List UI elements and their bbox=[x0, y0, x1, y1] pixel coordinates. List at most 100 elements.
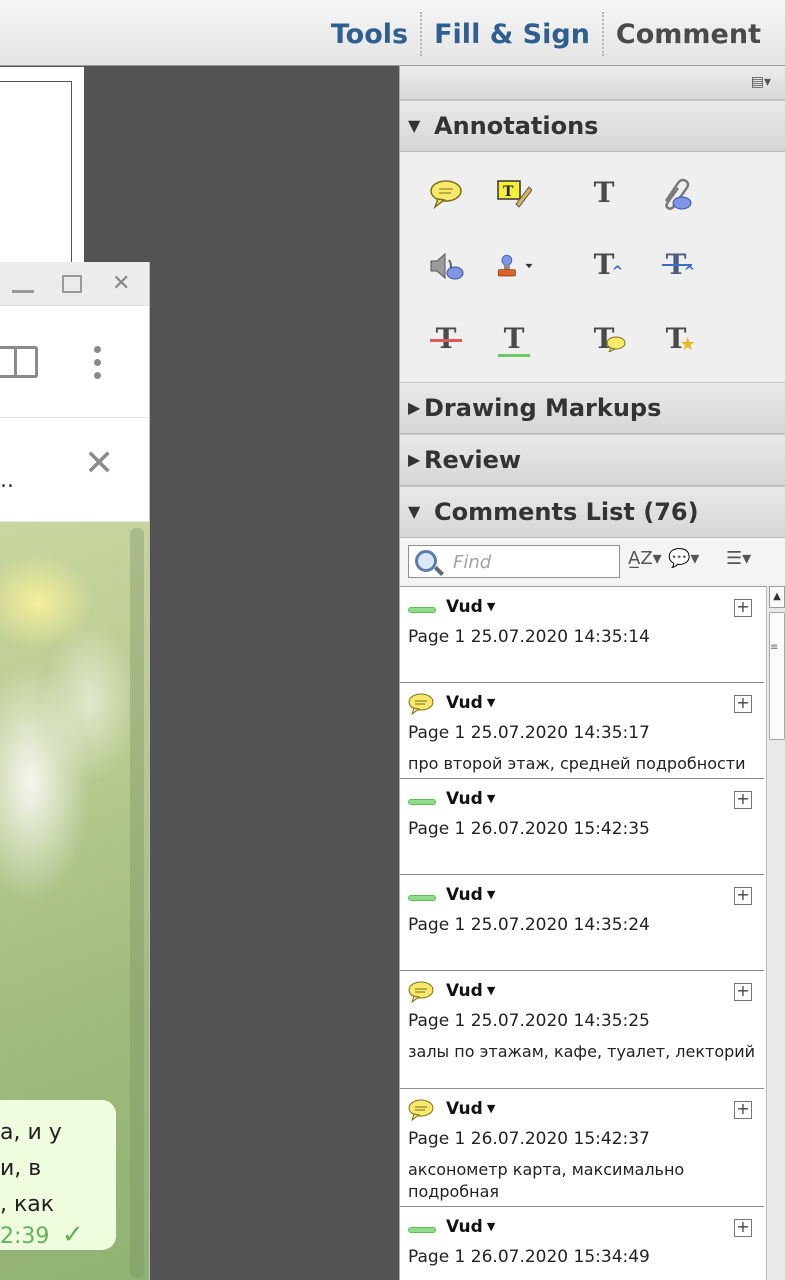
highlight-icon bbox=[408, 895, 436, 901]
window-titlebar: ✕ bbox=[0, 262, 149, 306]
annotation-tools: T T T^ T^ T T T T★ bbox=[400, 152, 785, 382]
comment-meta: Page 1 25.07.2020 14:35:17 bbox=[408, 723, 650, 743]
panel-options-icon[interactable]: ▤▾ bbox=[751, 74, 771, 90]
comment-author[interactable]: Vud ▼ bbox=[446, 693, 495, 713]
add-stamp-icon[interactable] bbox=[494, 246, 534, 286]
chat-toolbar bbox=[0, 306, 149, 418]
insert-text-icon[interactable]: T ^ bbox=[584, 244, 624, 284]
attach-file-icon[interactable] bbox=[656, 174, 696, 214]
expand-comment-icon[interactable]: + bbox=[734, 1101, 752, 1119]
comment-author[interactable]: Vud ▼ bbox=[446, 597, 495, 617]
note-icon bbox=[408, 693, 434, 715]
comment-item[interactable]: Vud ▼ + Page 1 26.07.2020 15:42:35 bbox=[400, 779, 764, 875]
comment-meta: Page 1 26.07.2020 15:42:37 bbox=[408, 1129, 650, 1149]
comments-list-toolbar: Find A̲Z▾ 💬▾ ☰▾ bbox=[400, 538, 785, 584]
annotations-title: Annotations bbox=[434, 112, 599, 140]
scroll-up-icon[interactable]: ▲ bbox=[769, 586, 785, 608]
chat-window: ✕ .. ✕ а, и у и, в , как 2:39 ✓ bbox=[0, 262, 150, 1280]
review-section-header[interactable]: ▶ Review bbox=[400, 434, 785, 486]
message-bubble[interactable]: а, и у и, в , как 2:39 ✓ bbox=[0, 1100, 116, 1250]
close-icon[interactable]: ✕ bbox=[112, 272, 130, 296]
expand-comment-icon[interactable]: + bbox=[734, 791, 752, 809]
read-check-icon: ✓ bbox=[62, 1220, 84, 1250]
svg-text:T: T bbox=[503, 184, 514, 200]
expand-comment-icon[interactable]: + bbox=[734, 695, 752, 713]
add-text-box-icon[interactable]: T bbox=[584, 172, 624, 212]
maximize-icon[interactable] bbox=[62, 275, 82, 293]
annotations-section-header[interactable]: ▼ Annotations bbox=[400, 100, 785, 152]
panel-header: ▤▾ bbox=[400, 66, 785, 100]
comment-author[interactable]: Vud ▼ bbox=[446, 885, 495, 905]
scroll-grip-icon: ≡ bbox=[770, 642, 779, 653]
list-options-icon[interactable]: ☰▾ bbox=[726, 548, 751, 569]
expand-comment-icon[interactable]: + bbox=[734, 599, 752, 617]
more-options-icon[interactable] bbox=[94, 346, 102, 385]
minimize-icon[interactable] bbox=[12, 290, 34, 293]
strikethrough-icon[interactable]: T bbox=[426, 318, 466, 358]
expand-comment-icon[interactable]: + bbox=[734, 887, 752, 905]
comment-author[interactable]: Vud ▼ bbox=[446, 981, 495, 1001]
comment-author[interactable]: Vud ▼ bbox=[446, 1099, 495, 1119]
sort-icon[interactable]: A̲Z▾ bbox=[628, 548, 662, 569]
drawing-markups-title: Drawing Markups bbox=[424, 394, 662, 422]
message-time: 2:39 bbox=[0, 1224, 50, 1249]
chat-scrollbar[interactable] bbox=[130, 528, 144, 1278]
record-audio-icon[interactable] bbox=[426, 246, 466, 286]
collapsed-arrow-icon: ▶ bbox=[408, 450, 421, 469]
text-correction-icon[interactable]: T ★ bbox=[656, 318, 696, 358]
comment-item[interactable]: Vud ▼ + Page 1 25.07.2020 14:35:24 bbox=[400, 875, 764, 971]
tab-tools[interactable]: Tools bbox=[319, 19, 420, 50]
find-placeholder: Find bbox=[453, 552, 492, 573]
comment-meta: Page 1 25.07.2020 14:35:14 bbox=[408, 627, 650, 647]
toolbar-tabs: Tools Fill & Sign Comment bbox=[319, 8, 773, 60]
add-note-to-text-icon[interactable]: T bbox=[584, 318, 626, 358]
underline-icon[interactable]: T bbox=[494, 318, 534, 358]
highlight-icon bbox=[408, 799, 436, 805]
comments-scrollbar[interactable]: ▲ ≡ bbox=[766, 586, 785, 1280]
comment-author[interactable]: Vud ▼ bbox=[446, 1217, 495, 1237]
note-icon bbox=[408, 981, 434, 1003]
notice-text: .. bbox=[0, 468, 14, 493]
filter-comments-icon[interactable]: 💬▾ bbox=[668, 548, 699, 569]
comments-list-section-header[interactable]: ▼ Comments List (76) bbox=[400, 486, 785, 538]
page-border bbox=[0, 81, 72, 263]
close-notice-icon[interactable]: ✕ bbox=[84, 446, 114, 482]
collapsed-arrow-icon: ▶ bbox=[408, 398, 421, 417]
comment-meta: Page 1 25.07.2020 14:35:24 bbox=[408, 915, 650, 935]
search-icon bbox=[415, 550, 437, 572]
comment-meta: Page 1 26.07.2020 15:42:35 bbox=[408, 819, 650, 839]
sticky-note-icon[interactable] bbox=[426, 174, 466, 214]
comment-item[interactable]: Vud ▼ + Page 1 26.07.2020 15:34:49 bbox=[400, 1207, 764, 1280]
message-line: а, и у bbox=[0, 1120, 62, 1145]
replace-text-icon[interactable]: T ^ bbox=[656, 244, 696, 284]
message-line: , как bbox=[0, 1192, 55, 1217]
comment-text: аксонометр карта, максимально подробная bbox=[408, 1160, 685, 1201]
comment-item[interactable]: Vud ▼ + Page 1 25.07.2020 14:35:17 про вт… bbox=[400, 683, 764, 779]
comment-item[interactable]: Vud ▼ + Page 1 25.07.2020 14:35:14 bbox=[400, 587, 764, 683]
side-panel-icon[interactable] bbox=[0, 346, 38, 378]
chat-notice-bar: .. ✕ bbox=[0, 418, 149, 522]
expand-comment-icon[interactable]: + bbox=[734, 983, 752, 1001]
comment-meta: Page 1 26.07.2020 15:34:49 bbox=[408, 1247, 650, 1267]
drawing-markups-section-header[interactable]: ▶ Drawing Markups bbox=[400, 382, 785, 434]
expand-comment-icon[interactable]: + bbox=[734, 1219, 752, 1237]
tab-comment[interactable]: Comment bbox=[604, 19, 773, 50]
highlight-icon bbox=[408, 1227, 436, 1233]
comments-list[interactable]: Vud ▼ + Page 1 25.07.2020 14:35:14 Vud ▼ +… bbox=[400, 586, 766, 1280]
comment-item[interactable]: Vud ▼ + Page 1 26.07.2020 15:42:37 аксоно… bbox=[400, 1089, 764, 1207]
highlight-text-icon[interactable]: T bbox=[494, 174, 534, 214]
comment-author[interactable]: Vud ▼ bbox=[446, 789, 495, 809]
top-toolbar: Tools Fill & Sign Comment bbox=[0, 0, 785, 66]
expand-arrow-icon: ▼ bbox=[408, 116, 421, 135]
tab-fill-sign[interactable]: Fill & Sign bbox=[422, 19, 602, 50]
comment-text: про второй этаж, средней подробности bbox=[408, 754, 746, 773]
comment-meta: Page 1 25.07.2020 14:35:25 bbox=[408, 1011, 650, 1031]
comment-item[interactable]: Vud ▼ + Page 1 25.07.2020 14:35:25 залы п… bbox=[400, 971, 764, 1089]
comments-list-title: Comments List (76) bbox=[434, 498, 699, 526]
review-title: Review bbox=[424, 446, 522, 474]
find-input[interactable]: Find bbox=[408, 545, 620, 578]
note-icon bbox=[408, 1099, 434, 1121]
highlight-icon bbox=[408, 607, 436, 613]
scrollbar-thumb[interactable] bbox=[769, 612, 785, 740]
document-page[interactable] bbox=[0, 67, 84, 263]
